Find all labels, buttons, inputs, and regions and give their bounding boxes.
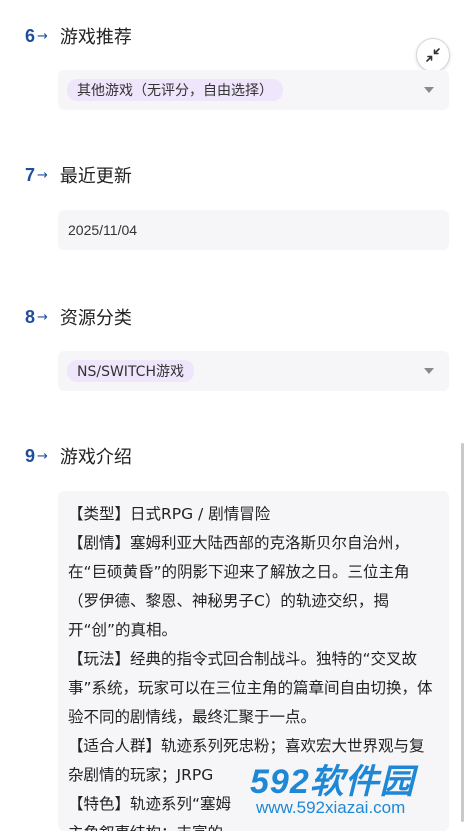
selected-option-chip: 其他游戏（无评分，自由选择） (67, 79, 283, 101)
question-number: 8 (25, 306, 36, 327)
question-label: 游戏推荐 (59, 27, 132, 48)
intro-line: 【剧情】塞姆利亚大陆西部的克洛斯贝尔自治州，在“巨硕黄昏”的阴影下迎来了解放之日… (68, 534, 410, 639)
question-9-title: 9 → 游戏介绍 (25, 442, 132, 470)
question-number: 9 (25, 445, 36, 466)
intro-line: 【类型】日式RPG / 剧情冒险 (68, 505, 271, 523)
dropdown-caret-icon (424, 87, 434, 93)
collapse-arrows-icon (426, 48, 440, 62)
arrow-right-icon: → (37, 448, 48, 464)
question-number: 7 (25, 164, 36, 185)
question-6-title: 6 → 游戏推荐 (25, 22, 132, 50)
watermark-brand: 592软件园 (250, 763, 415, 801)
site-watermark: 592软件园 www.592xiazai.com (248, 752, 476, 822)
question-label: 游戏介绍 (59, 447, 132, 468)
arrow-right-icon: → (37, 28, 48, 44)
arrow-right-icon: → (37, 167, 48, 183)
game-recommend-select[interactable]: 其他游戏（无评分，自由选择） (58, 70, 449, 110)
question-label: 资源分类 (59, 308, 132, 329)
dropdown-caret-icon (424, 368, 434, 374)
question-7-title: 7 → 最近更新 (25, 161, 132, 189)
arrow-right-icon: → (37, 309, 48, 325)
question-8-title: 8 → 资源分类 (25, 303, 132, 331)
selected-option-chip: NS/SWITCH游戏 (67, 360, 194, 382)
collapse-button[interactable] (416, 38, 450, 72)
intro-line: 【玩法】经典的指令式回合制战斗。独特的“交叉故事”系统，玩家可以在三位主角的篇章… (68, 650, 433, 726)
last-update-date-field[interactable]: 2025/11/04 (58, 210, 449, 250)
question-label: 最近更新 (59, 166, 132, 187)
resource-category-select[interactable]: NS/SWITCH游戏 (58, 351, 449, 391)
question-number: 6 (25, 25, 36, 46)
date-value: 2025/11/04 (68, 222, 138, 238)
watermark-url: www.592xiazai.com (256, 798, 406, 817)
